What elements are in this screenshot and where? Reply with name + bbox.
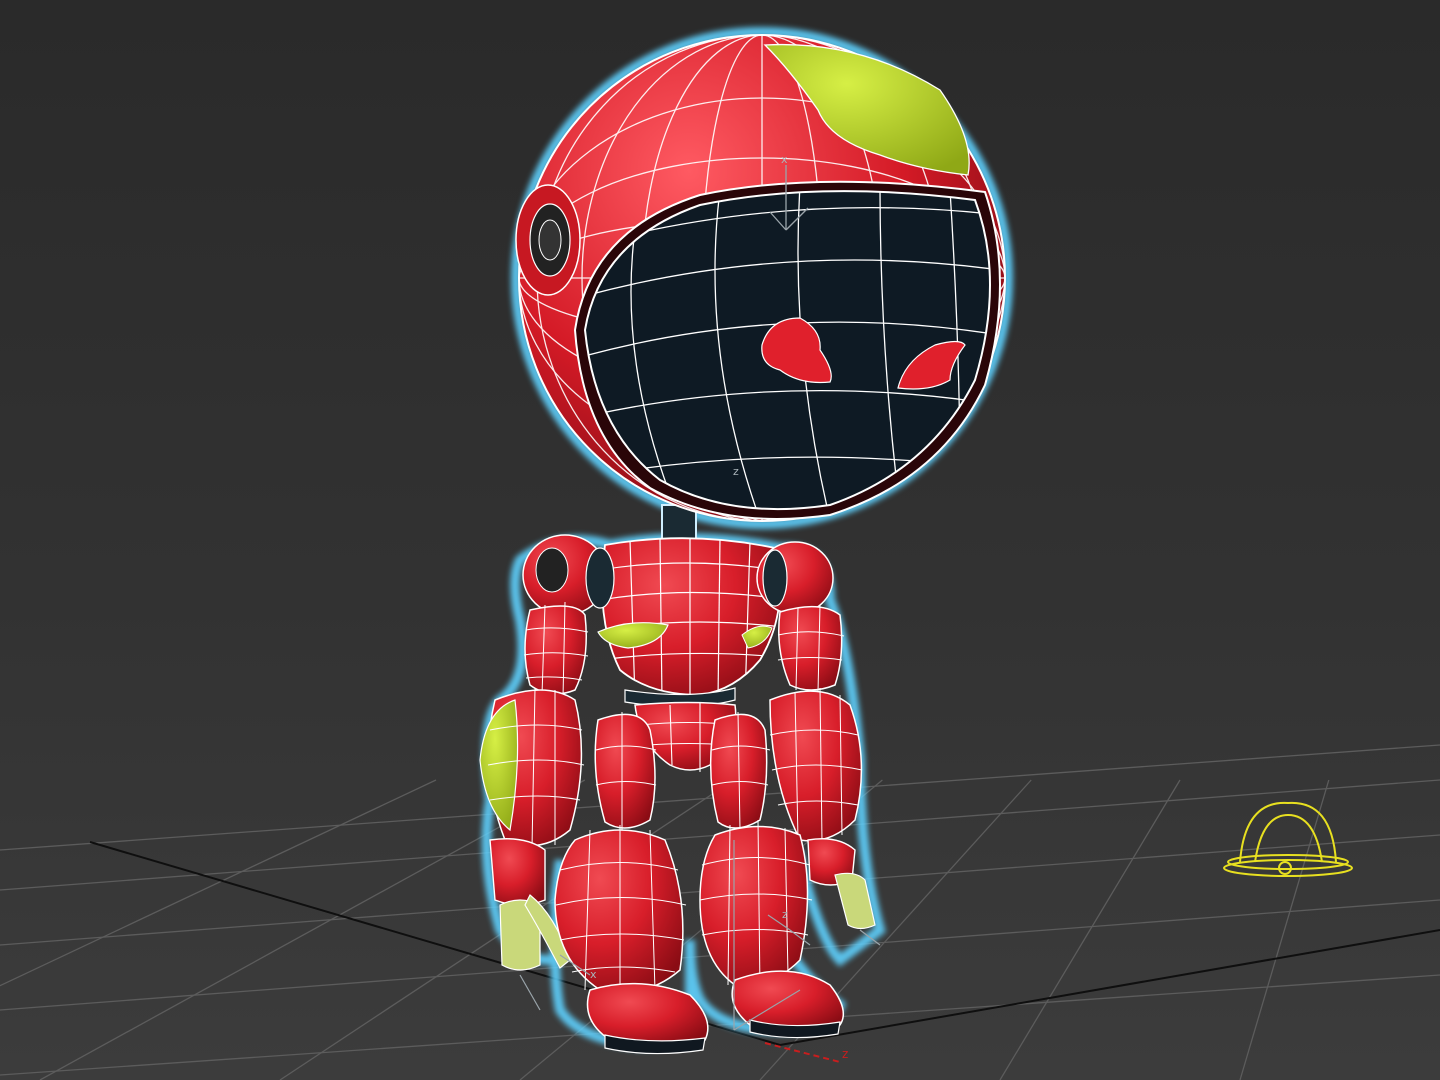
foot-right-axis-label: z xyxy=(782,908,788,921)
foot-left-axis-label: x xyxy=(590,968,597,981)
grid-axis-line xyxy=(779,929,1440,1046)
3d-viewport[interactable]: x x z z z xyxy=(0,0,1440,1080)
shin-left[interactable] xyxy=(554,825,687,995)
world-axis-gizmo: z xyxy=(764,1042,848,1063)
upper-arm-right[interactable] xyxy=(777,604,845,693)
shoulder-right[interactable] xyxy=(756,541,834,615)
forearm-left[interactable] xyxy=(479,687,585,849)
scene-canvas[interactable]: x x z z z xyxy=(0,0,1440,1080)
head-pivot-label: x xyxy=(781,153,788,166)
body-pivot-label: z xyxy=(733,465,739,478)
grid-line xyxy=(999,779,1181,1080)
shin-right[interactable] xyxy=(699,819,813,991)
ear-disc xyxy=(515,184,581,296)
world-axis-label: z xyxy=(842,1047,848,1061)
grid-line xyxy=(0,779,437,987)
light-helper-icon[interactable] xyxy=(1223,801,1353,877)
grid-line xyxy=(1239,779,1330,1080)
robot-model[interactable]: x x z z xyxy=(479,27,1013,1055)
grid-line xyxy=(0,974,1440,1076)
thigh-left[interactable] xyxy=(594,712,657,830)
thigh-right[interactable] xyxy=(709,711,771,831)
forearm-right[interactable] xyxy=(769,687,863,843)
upper-arm-left[interactable] xyxy=(523,601,589,699)
helmet-head[interactable]: x xyxy=(515,34,1006,522)
